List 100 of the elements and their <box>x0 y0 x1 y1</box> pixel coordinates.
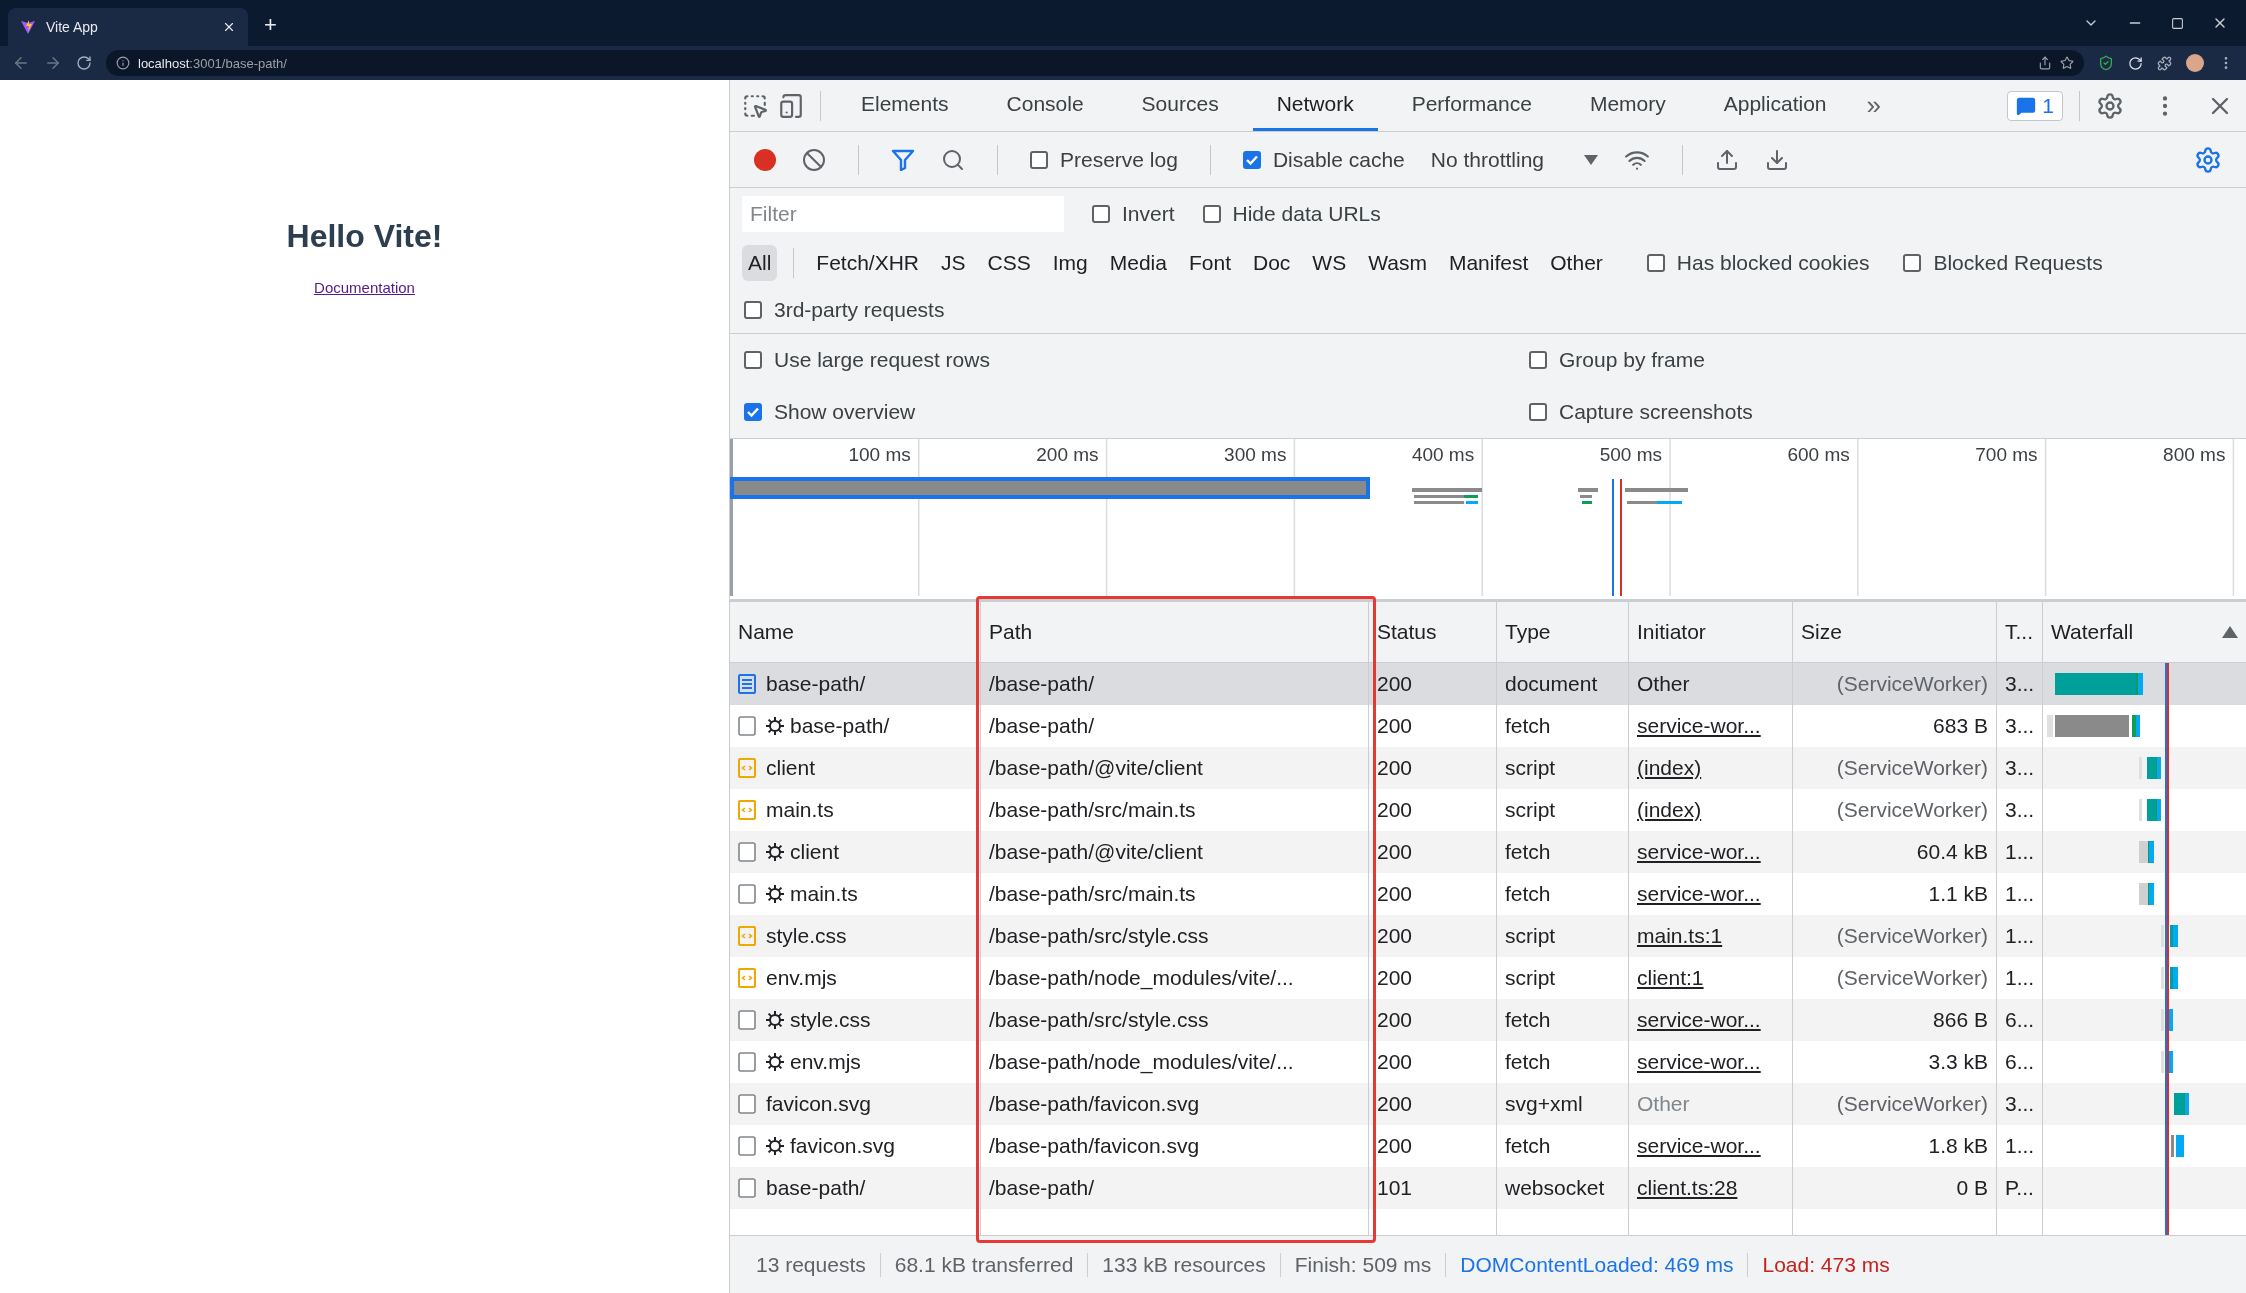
type-filter[interactable]: Font <box>1182 245 1237 281</box>
initiator-link[interactable]: (index) <box>1637 756 1702 780</box>
share-icon[interactable] <box>2038 56 2052 70</box>
name-text: style.css <box>766 924 847 948</box>
type-filter[interactable]: Fetch/XHR <box>810 245 926 281</box>
request-row[interactable]: base-path/ /base-path/ 200 document Other (ServiceWorker) 3... <box>730 663 2246 705</box>
initiator-link[interactable]: service-wor... <box>1637 1134 1761 1158</box>
type-filter[interactable]: Wasm <box>1362 245 1433 281</box>
upload-icon[interactable] <box>1715 147 1740 172</box>
browser-tab[interactable]: Vite App <box>8 8 248 46</box>
logo-icon <box>20 19 36 35</box>
device-icon[interactable] <box>778 92 804 119</box>
column-header[interactable]: T... <box>1996 602 2042 662</box>
checkbox[interactable] <box>744 300 762 319</box>
info-icon <box>116 56 130 70</box>
panel-tab[interactable]: Elements <box>837 80 973 131</box>
type-filter[interactable]: Other <box>1544 245 1609 281</box>
name-text: favicon.svg <box>766 1092 872 1116</box>
panel-tab[interactable]: Console <box>982 80 1108 131</box>
waterfall-bar <box>2139 757 2161 779</box>
checkbox[interactable] <box>1092 205 1110 223</box>
initiator-link[interactable]: client.ts:28 <box>1637 1176 1738 1200</box>
panel-tab[interactable]: Sources <box>1117 80 1243 131</box>
avatar[interactable] <box>2186 54 2204 72</box>
name-text: main.ts <box>766 882 858 906</box>
checkbox[interactable] <box>1529 403 1547 421</box>
panel-tab[interactable]: Performance <box>1387 80 1556 131</box>
type-filter[interactable]: JS <box>935 245 972 281</box>
request-row[interactable]: client /base-path/@vite/client 200 fetch service-wor... 60.4 kB 1... <box>730 831 2246 873</box>
filter-field[interactable]: Filter <box>742 196 1064 232</box>
reload-icon[interactable] <box>76 55 92 71</box>
initiator-link[interactable]: service-wor... <box>1637 1050 1761 1074</box>
back-icon[interactable] <box>12 54 30 72</box>
request-row[interactable]: style.css /base-path/src/style.css 200 fetch service-wor... 866 B 6... <box>730 999 2246 1041</box>
checkbox[interactable] <box>1903 254 1922 272</box>
column-header[interactable]: Name <box>730 602 980 662</box>
column-header[interactable]: Size <box>1792 602 1996 662</box>
request-row[interactable]: client /base-path/@vite/client 200 script (index) (ServiceWorker) 3... <box>730 747 2246 789</box>
maximize-icon[interactable] <box>2171 16 2184 30</box>
more-tabs-button[interactable]: » <box>1866 90 1881 121</box>
settings-icon[interactable] <box>2096 91 2124 120</box>
initiator-link[interactable]: service-wor... <box>1637 1008 1761 1032</box>
checkbox-label: Group by frame <box>1559 348 1705 372</box>
request-row[interactable]: favicon.svg /base-path/favicon.svg 200 svg+xml Other (ServiceWorker) 3... <box>730 1083 2246 1125</box>
initiator-link[interactable]: (index) <box>1637 798 1702 822</box>
column-header[interactable]: Waterfall <box>2042 602 2246 662</box>
panel-tab[interactable]: Application <box>1699 80 1851 131</box>
type-filter[interactable]: Doc <box>1247 245 1297 281</box>
initiator-link[interactable]: service-wor... <box>1637 714 1761 738</box>
star-icon[interactable] <box>2060 56 2074 70</box>
initiator-link[interactable]: main.ts:1 <box>1637 924 1723 948</box>
panel-tab[interactable]: Memory <box>1565 80 1690 131</box>
request-row[interactable]: style.css /base-path/src/style.css 200 script main.ts:1 (ServiceWorker) 1... <box>730 915 2246 957</box>
checkbox[interactable] <box>1030 150 1048 169</box>
record-button[interactable] <box>754 148 776 171</box>
search-icon[interactable] <box>941 147 965 172</box>
type-filter[interactable]: WS <box>1306 245 1353 281</box>
checkbox[interactable] <box>744 351 762 369</box>
checkbox-label: Blocked Requests <box>1933 251 2103 275</box>
initiator-link[interactable]: client:1 <box>1637 966 1704 990</box>
column-header[interactable]: Path <box>980 602 1368 662</box>
request-row[interactable]: base-path/ /base-path/ 101 websocket client.ts:28 0 B P... <box>730 1167 2246 1209</box>
type-filter[interactable]: CSS <box>981 245 1037 281</box>
extensions-icon[interactable] <box>2157 55 2172 71</box>
checkbox[interactable] <box>1202 205 1221 223</box>
initiator-link[interactable]: service-wor... <box>1637 840 1761 864</box>
address-field[interactable]: localhost:3001/base-path/ <box>106 50 2084 76</box>
status-text: 133 kB resources <box>1087 1252 1280 1277</box>
status-text: Finish: 509 ms <box>1279 1252 1446 1277</box>
shield-icon[interactable] <box>2098 55 2114 71</box>
type-filter[interactable]: Media <box>1103 245 1173 281</box>
clear-icon[interactable] <box>802 147 826 172</box>
column-header[interactable]: Type <box>1496 602 1628 662</box>
checkbox[interactable] <box>1242 150 1261 169</box>
type-filter[interactable]: All <box>742 245 778 281</box>
initiator-link[interactable]: service-wor... <box>1637 882 1761 906</box>
name-text: base-path/ <box>766 714 890 738</box>
panel-tab[interactable]: Network <box>1252 80 1378 131</box>
column-header[interactable]: Initiator <box>1628 602 1792 662</box>
checkbox[interactable] <box>1646 254 1665 272</box>
forward-icon[interactable] <box>44 54 62 72</box>
initiator-text: Other <box>1637 1092 1690 1116</box>
new-tab-button[interactable]: + <box>264 12 277 38</box>
settings-icon[interactable] <box>2194 145 2222 174</box>
column-header[interactable]: Status <box>1368 602 1496 662</box>
filter-icon[interactable] <box>891 148 915 171</box>
type-filter[interactable]: Manifest <box>1442 245 1535 281</box>
issues-badge[interactable]: 1 <box>2007 90 2063 121</box>
checkbox[interactable] <box>1529 351 1547 369</box>
type-filter[interactable]: Img <box>1046 245 1094 281</box>
checkbox[interactable] <box>744 403 762 421</box>
gear-icon <box>766 1137 784 1155</box>
documentation-link[interactable]: Documentation <box>314 279 415 296</box>
download-icon[interactable] <box>1765 147 1790 172</box>
throttling-select[interactable]: No throttling <box>1430 147 1599 172</box>
waterfall-bar <box>2161 967 2178 989</box>
checkbox-label: 3rd-party requests <box>774 297 945 322</box>
close-icon[interactable] <box>222 20 236 34</box>
sync-icon[interactable] <box>2128 55 2143 71</box>
inspect-icon[interactable] <box>742 92 768 119</box>
